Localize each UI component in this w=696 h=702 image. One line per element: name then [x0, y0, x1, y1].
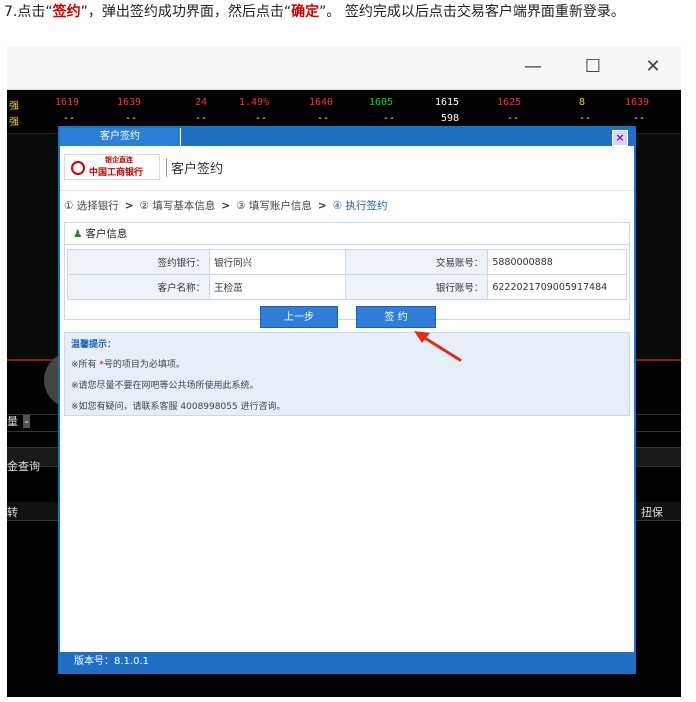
prev-step-button[interactable]: 上一步 — [260, 306, 338, 328]
step-2: ② 填写基本信息 — [139, 200, 216, 212]
icbc-logo: 银企直连 中国工商银行 — [64, 154, 160, 180]
step-4-active: ④ 执行签约 — [332, 200, 388, 212]
sign-dialog: 客户签约 × 银企直连 中国工商银行 客户签约 ① 选择银行 > ② 填写基本信息 >… — [58, 126, 636, 674]
logo-text: 中国工商银行 — [89, 168, 144, 178]
quote-cell: 8 — [579, 97, 586, 108]
quote-cell: 1619 — [55, 97, 80, 108]
quote-cell: 24 — [195, 97, 208, 108]
step-arrow-icon: > — [317, 200, 327, 212]
quote-label: 强 — [9, 117, 19, 128]
icbc-logo-icon — [71, 161, 85, 175]
instruction-prefix: 7.点击“ — [4, 4, 53, 20]
sign-bank-value: 银行同兴 — [209, 249, 347, 275]
quote-cell: 1605 — [369, 97, 394, 108]
table-row: 签约银行： 银行同兴 交易账号： 5880000888 — [66, 249, 627, 275]
dialog-titlebar: 客户签约 × — [60, 128, 634, 146]
sign-bank-label: 签约银行： — [66, 249, 211, 275]
table-row: 客户名称： 王检茁 银行账号： 6222021709005917484 — [66, 274, 627, 300]
customer-name-value: 王检茁 — [209, 274, 347, 300]
quote-cell: -- — [255, 113, 268, 124]
quote-cell: -- — [383, 113, 396, 124]
header-divider — [60, 190, 634, 191]
customer-info-header: ♟ 客户信息 — [65, 223, 629, 245]
transfer-label: 转 — [7, 506, 18, 519]
red-arrow-pointer — [414, 331, 462, 362]
customer-info-title: 客户信息 — [85, 228, 128, 240]
dialog-tab[interactable]: 客户签约 — [60, 128, 181, 146]
quote-cell: -- — [125, 113, 138, 124]
quote-cell: 1625 — [497, 97, 522, 108]
window-titlebar: — ☐ ✕ — [7, 47, 681, 90]
dialog-heading: 客户签约 — [166, 157, 223, 177]
minimize-icon[interactable]: — — [513, 53, 553, 81]
tips-title: 温馨提示： — [71, 340, 117, 350]
tip-line-3: ※如您有疑问，请联系客服 4008998055 进行咨询。 — [71, 402, 286, 412]
dialog-close-button[interactable]: × — [612, 130, 628, 146]
quote-cell: 1.49% — [239, 97, 270, 108]
step-3: ③ 填写账户信息 — [236, 200, 312, 212]
step-1: ① 选择银行 — [64, 200, 119, 212]
bank-account-value: 6222021709005917484 — [487, 274, 627, 300]
tip-line-2: ※请您尽量不要在网吧等公共场所使用此系统。 — [71, 381, 259, 391]
quote-cell: 1639 — [625, 97, 650, 108]
quote-cell: 1615 — [435, 97, 460, 108]
pointer-shaft — [418, 333, 462, 362]
quote-cell: 1640 — [309, 97, 334, 108]
query-tab[interactable]: 金查询 — [7, 458, 40, 474]
customer-info-section: ♟ 客户信息 签约银行： 银行同兴 交易账号： 5880000888 客户名称： … — [64, 222, 630, 320]
quote-cell: -- — [579, 113, 592, 124]
report-label: 扭保 — [641, 506, 663, 519]
dialog-body: 银企直连 中国工商银行 客户签约 ① 选择银行 > ② 填写基本信息 > ③ 填写账户信… — [60, 146, 634, 652]
quote-cell: -- — [317, 113, 330, 124]
quote-label: 强 — [9, 101, 19, 112]
bank-brand: 银企直连 中国工商银行 客户签约 — [64, 152, 223, 182]
instruction-confirm-word: 确定 — [291, 4, 320, 20]
close-icon[interactable]: ✕ — [633, 53, 673, 81]
quote-cell: -- — [195, 113, 208, 124]
instruction-text: 7.点击“签约”，弹出签约成功界面，然后点击“确定”。 签约完成以后点击交易客户… — [4, 2, 694, 22]
step-arrow-icon: > — [221, 200, 231, 212]
bank-account-label: 银行账号： — [345, 274, 489, 300]
quote-row[interactable]: 强 1619 1639 24 1.49% 1640 1605 1615 1625… — [7, 97, 681, 113]
tip-line-1-b: 号的项目为必填项。 — [103, 360, 185, 370]
tip-line-1-a: ※所有 — [71, 360, 97, 370]
step-indicator: ① 选择银行 > ② 填写基本信息 > ③ 填写账户信息 > ④ 执行签约 — [64, 198, 388, 213]
person-icon: ♟ — [73, 228, 83, 240]
step-arrow-icon: > — [124, 200, 134, 212]
maximize-icon[interactable]: ☐ — [573, 53, 613, 81]
quote-cell: -- — [63, 113, 76, 124]
quote-cell: 598 — [441, 113, 460, 124]
trade-account-label: 交易账号： — [345, 249, 489, 275]
sign-button[interactable]: 签 约 — [356, 306, 436, 328]
quote-cell: -- — [507, 113, 520, 124]
tips-panel: 温馨提示： ※所有 *号的项目为必填项。 ※请您尽量不要在网吧等公共场所使用此系… — [64, 332, 630, 416]
version-footer: 版本号：8.1.0.1 — [60, 652, 634, 672]
tip-line-1: ※所有 *号的项目为必填项。 — [71, 357, 185, 370]
quote-cell: 1639 — [117, 97, 142, 108]
instruction-sign-word: 签约 — [52, 4, 81, 20]
quote-cell: -- — [633, 113, 646, 124]
customer-info-table: 签约银行： 银行同兴 交易账号： 5880000888 客户名称： 王检茁 银行… — [66, 249, 627, 300]
instruction-middle: ”，弹出签约成功界面，然后点击“ — [80, 4, 292, 20]
instruction-suffix: ”。 签约完成以后点击交易客户端界面重新登录。 — [319, 4, 625, 20]
trade-account-value: 5880000888 — [487, 249, 627, 275]
logo-subtitle: 银企直连 — [105, 156, 133, 164]
customer-name-label: 客户名称： — [66, 274, 211, 300]
